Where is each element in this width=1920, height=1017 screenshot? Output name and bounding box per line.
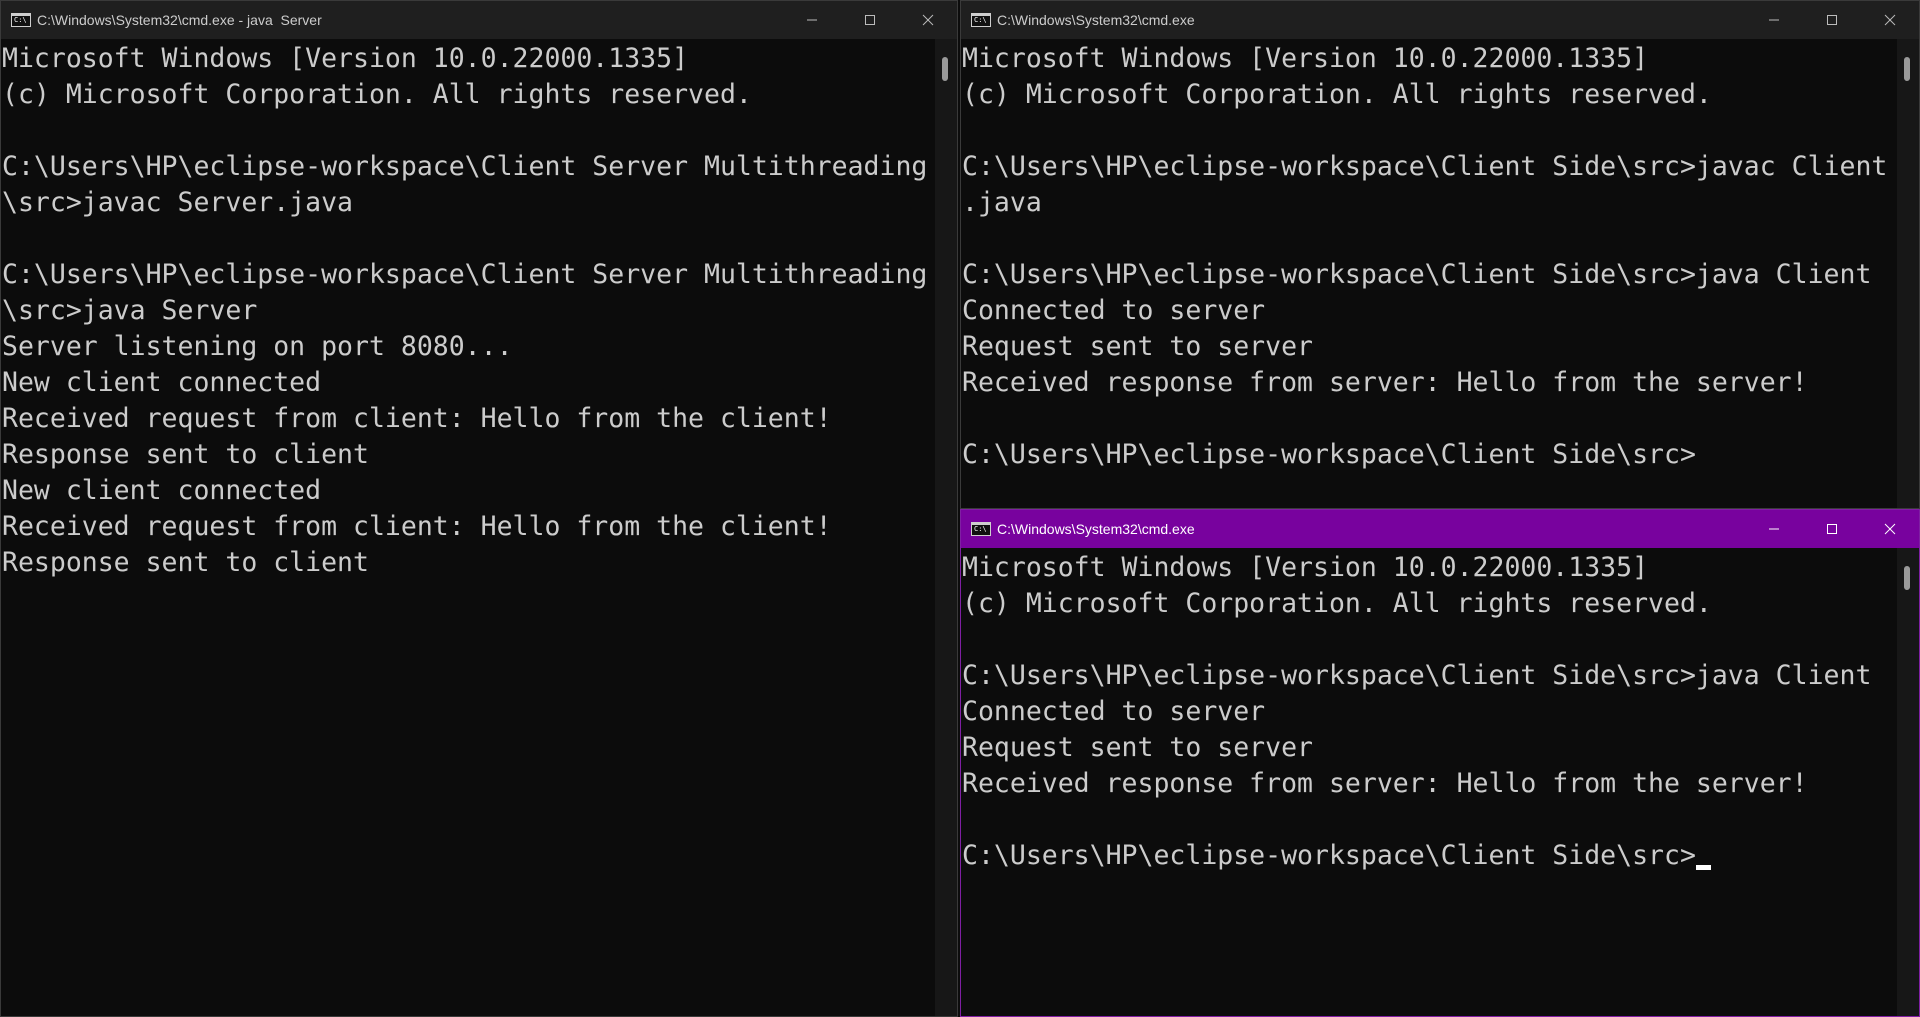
console-line: C:\Users\HP\eclipse-workspace\Client Sid… [962, 151, 1888, 182]
console-output[interactable]: Microsoft Windows [Version 10.0.22000.13… [2, 39, 935, 1016]
console-line: New client connected [2, 475, 322, 506]
vertical-scrollbar[interactable] [1897, 548, 1919, 1016]
maximize-icon [1827, 15, 1837, 25]
text-cursor [1695, 865, 1711, 870]
maximize-button[interactable] [1803, 1, 1861, 39]
minimize-button[interactable] [783, 1, 841, 39]
console-line: Connected to server [962, 295, 1266, 326]
window-title: C:\Windows\System32\cmd.exe [997, 521, 1195, 537]
console-line: (c) Microsoft Corporation. All rights re… [962, 79, 1712, 110]
cmd-icon[interactable]: C:\ [971, 522, 991, 536]
console-line: Received request from client: Hello from… [2, 403, 832, 434]
console-line: C:\Users\HP\eclipse-workspace\Client Sid… [962, 660, 1872, 691]
console-line: C:\Users\HP\eclipse-workspace\Client Ser… [2, 151, 928, 182]
title-bar[interactable]: C:\ C:\Windows\System32\cmd.exe - java S… [1, 1, 957, 39]
console-line: Microsoft Windows [Version 10.0.22000.13… [962, 552, 1649, 583]
maximize-button[interactable] [841, 1, 899, 39]
console-line: C:\Users\HP\eclipse-workspace\Client Sid… [962, 259, 1872, 290]
console-output[interactable]: Microsoft Windows [Version 10.0.22000.13… [962, 39, 1897, 508]
console-line: Received response from server: Hello fro… [962, 768, 1808, 799]
console-line: Server listening on port 8080... [2, 331, 513, 362]
window-title: C:\Windows\System32\cmd.exe [997, 12, 1195, 28]
minimize-icon [1769, 19, 1779, 21]
window-controls [1745, 1, 1919, 39]
close-icon [1884, 14, 1896, 26]
title-bar[interactable]: C:\ C:\Windows\System32\cmd.exe [961, 510, 1919, 548]
console-line: Received response from server: Hello fro… [962, 367, 1808, 398]
console-line: New client connected [2, 367, 322, 398]
scrollbar-thumb[interactable] [1904, 566, 1910, 590]
console-line: (c) Microsoft Corporation. All rights re… [962, 588, 1712, 619]
cmd-icon[interactable]: C:\ [11, 13, 31, 27]
console-line: Received request from client: Hello from… [2, 511, 832, 542]
console-line: \src>javac Server.java [2, 187, 353, 218]
console-line: \src>java Server [2, 295, 258, 326]
window-controls [783, 1, 957, 39]
close-icon [922, 14, 934, 26]
console-line: .java [962, 187, 1042, 218]
console-line: Request sent to server [962, 732, 1313, 763]
maximize-icon [865, 15, 875, 25]
close-icon [1884, 523, 1896, 535]
console-line: Request sent to server [962, 331, 1313, 362]
server-console-window[interactable]: C:\ C:\Windows\System32\cmd.exe - java S… [0, 0, 958, 1017]
console-line: C:\Users\HP\eclipse-workspace\Client Sid… [962, 439, 1696, 470]
scrollbar-thumb[interactable] [1904, 57, 1910, 81]
vertical-scrollbar[interactable] [1897, 39, 1919, 508]
console-line: (c) Microsoft Corporation. All rights re… [2, 79, 752, 110]
console-output[interactable]: Microsoft Windows [Version 10.0.22000.13… [962, 548, 1897, 1016]
console-line: Response sent to client [2, 439, 369, 470]
close-button[interactable] [1861, 510, 1919, 548]
vertical-scrollbar[interactable] [935, 39, 957, 1016]
minimize-icon [1769, 528, 1779, 530]
client-console-window-2[interactable]: C:\ C:\Windows\System32\cmd.exe Microsof… [960, 509, 1920, 1017]
console-line: Microsoft Windows [Version 10.0.22000.13… [962, 43, 1649, 74]
console-line: Connected to server [962, 696, 1266, 727]
window-title: C:\Windows\System32\cmd.exe - java Serve… [37, 12, 322, 28]
prompt-text: C:\Users\HP\eclipse-workspace\Client Sid… [962, 840, 1696, 871]
cmd-icon[interactable]: C:\ [971, 13, 991, 27]
client-console-window-1[interactable]: C:\ C:\Windows\System32\cmd.exe Microsof… [960, 0, 1920, 509]
maximize-icon [1827, 524, 1837, 534]
scrollbar-thumb[interactable] [942, 57, 948, 81]
maximize-button[interactable] [1803, 510, 1861, 548]
window-controls [1745, 510, 1919, 548]
console-prompt-line[interactable]: C:\Users\HP\eclipse-workspace\Client Sid… [962, 838, 1897, 874]
minimize-button[interactable] [1745, 1, 1803, 39]
console-line: Response sent to client [2, 547, 369, 578]
title-bar[interactable]: C:\ C:\Windows\System32\cmd.exe [961, 1, 1919, 39]
close-button[interactable] [899, 1, 957, 39]
console-line: Microsoft Windows [Version 10.0.22000.13… [2, 43, 689, 74]
minimize-button[interactable] [1745, 510, 1803, 548]
minimize-icon [807, 19, 817, 21]
console-line: C:\Users\HP\eclipse-workspace\Client Ser… [2, 259, 928, 290]
close-button[interactable] [1861, 1, 1919, 39]
